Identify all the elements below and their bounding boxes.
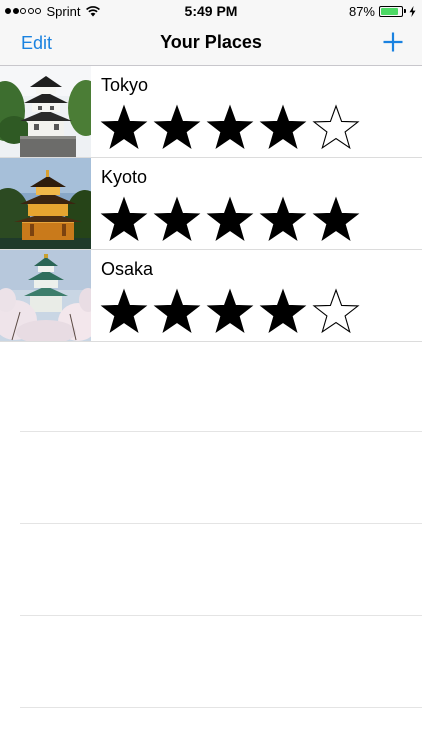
star-filled-icon[interactable] bbox=[259, 287, 307, 335]
star-filled-icon[interactable] bbox=[206, 287, 254, 335]
charging-bolt-icon bbox=[409, 5, 416, 17]
place-thumbnail bbox=[0, 250, 91, 341]
star-filled-icon[interactable] bbox=[100, 195, 148, 243]
place-name: Tokyo bbox=[101, 75, 149, 95]
place-thumbnail bbox=[0, 158, 91, 249]
place-row-osaka[interactable]: Osaka bbox=[0, 250, 422, 342]
empty-row-separator bbox=[20, 707, 422, 708]
place-row-kyoto[interactable]: Kyoto bbox=[0, 158, 422, 250]
rating-stars[interactable] bbox=[100, 103, 365, 151]
rating-stars[interactable] bbox=[100, 195, 365, 243]
place-name: Kyoto bbox=[101, 167, 148, 187]
star-filled-icon[interactable] bbox=[153, 195, 201, 243]
star-filled-icon[interactable] bbox=[312, 195, 360, 243]
star-empty-icon[interactable] bbox=[312, 103, 360, 151]
status-bar: Sprint 5:49 PM 87% bbox=[0, 0, 422, 22]
battery-icon bbox=[379, 5, 403, 17]
status-right: 87% bbox=[349, 3, 416, 19]
star-filled-icon[interactable] bbox=[259, 195, 307, 243]
plus-icon[interactable] bbox=[382, 31, 404, 53]
star-filled-icon[interactable] bbox=[206, 103, 254, 151]
place-name: Osaka bbox=[101, 259, 154, 279]
star-empty-icon[interactable] bbox=[312, 287, 360, 335]
star-filled-icon[interactable] bbox=[259, 103, 307, 151]
empty-row-separator bbox=[20, 615, 422, 616]
rating-stars[interactable] bbox=[100, 287, 365, 335]
star-filled-icon[interactable] bbox=[153, 287, 201, 335]
battery-fill bbox=[381, 7, 399, 15]
star-filled-icon[interactable] bbox=[206, 195, 254, 243]
empty-row-separator bbox=[20, 431, 422, 432]
battery-tip bbox=[404, 9, 406, 13]
star-filled-icon[interactable] bbox=[153, 103, 201, 151]
navigation-bar: Edit Your Places bbox=[0, 22, 422, 66]
page-title: Your Places bbox=[160, 32, 262, 52]
star-filled-icon[interactable] bbox=[100, 287, 148, 335]
places-list: Tokyo Kyoto Osaka bbox=[0, 66, 422, 342]
empty-row-separator bbox=[20, 523, 422, 524]
star-filled-icon[interactable] bbox=[100, 103, 148, 151]
place-row-tokyo[interactable]: Tokyo bbox=[0, 66, 422, 158]
place-thumbnail bbox=[0, 66, 91, 157]
battery-percentage: 87% bbox=[348, 3, 375, 19]
